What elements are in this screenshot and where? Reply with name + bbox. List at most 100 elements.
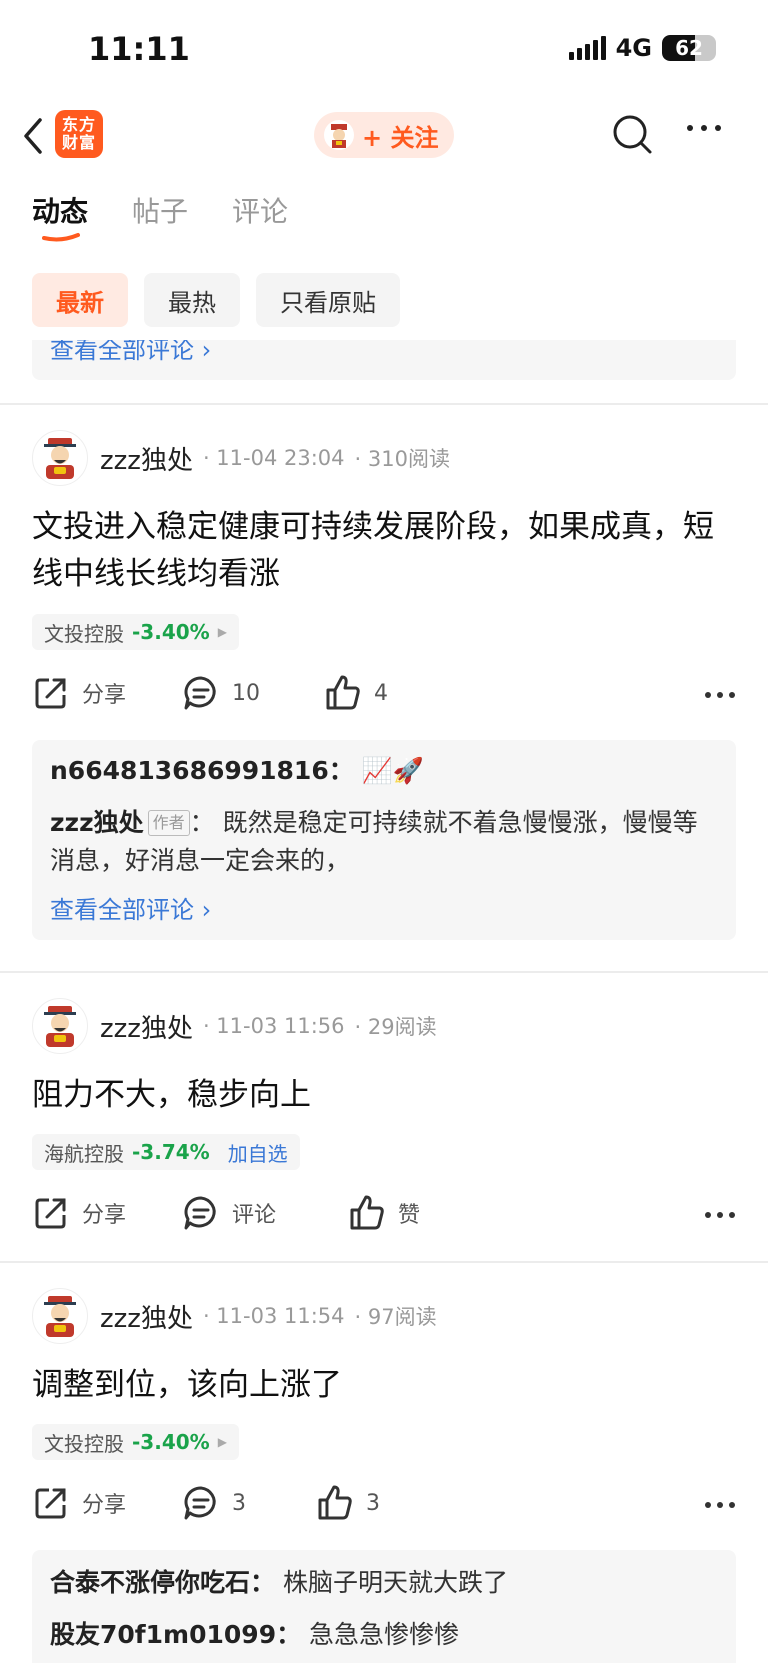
thumbs-up-icon <box>326 675 360 710</box>
comment-icon <box>184 1486 216 1520</box>
caishen-avatar-icon <box>44 438 76 479</box>
divider <box>0 1261 768 1263</box>
status-bar: 11:11 4G 62 <box>0 0 768 100</box>
battery-icon: 62 <box>662 35 716 61</box>
view-all-comments-link[interactable]: 查看全部评论 › <box>50 890 211 925</box>
battery-level: 62 <box>675 36 703 60</box>
post-time: · 11-04 23:04 <box>202 446 345 470</box>
top-nav: 东方 财富 + 关注 <box>0 100 768 172</box>
comment-button[interactable]: 10 <box>182 674 260 712</box>
post-time: · 11-03 11:54 <box>202 1304 345 1328</box>
avatar <box>324 120 354 150</box>
post-actions: 分享 评论 赞 <box>32 1194 736 1240</box>
avatar[interactable] <box>32 1288 88 1344</box>
filter-original-only[interactable]: 只看原贴 <box>256 273 400 327</box>
stock-name: 文投控股 <box>44 1431 124 1456</box>
share-icon <box>35 1198 66 1229</box>
read-count: · 310阅读 <box>354 447 450 471</box>
view-all-comments-link[interactable]: 查看全部评论 › <box>50 340 211 365</box>
comment-user[interactable]: zzz独处 <box>50 808 144 837</box>
filter-chips: 最新 最热 只看原贴 <box>32 273 400 327</box>
filter-hottest[interactable]: 最热 <box>144 273 240 327</box>
comment-item[interactable]: 合泰不涨停你吃石： 株脑子明天就大跌了 <box>50 1564 720 1602</box>
avatar[interactable] <box>32 998 88 1054</box>
tab-bar: 动态 帖子 评论 <box>32 190 288 242</box>
share-button[interactable]: 分享 <box>32 1194 126 1232</box>
tab-posts[interactable]: 帖子 <box>132 190 188 230</box>
stock-tag[interactable]: 文投控股 -3.40% ▶ <box>32 614 239 650</box>
author-name[interactable]: zzz独处 <box>100 1298 193 1335</box>
thumbs-up-icon <box>318 1485 352 1520</box>
post-card: zzz独处 · 11-04 23:04 · 310阅读 文投进入稳定健康可持续发… <box>0 430 768 970</box>
network-type: 4G <box>615 34 652 62</box>
post-actions: 分享 10 4 <box>32 674 736 720</box>
comments-box: 合泰不涨停你吃石： 株脑子明天就大跌了 股友70f1m01099： 急急急惨惨惨 <box>32 1550 736 1663</box>
share-button[interactable]: 分享 <box>32 1484 126 1522</box>
comment-text: 株脑子明天就大跌了 <box>275 1568 508 1597</box>
stock-change: -3.40% <box>132 620 210 644</box>
comment-button[interactable]: 3 <box>182 1484 246 1522</box>
share-icon <box>35 678 66 709</box>
comment-button[interactable]: 评论 <box>182 1194 276 1232</box>
more-icon[interactable] <box>704 690 736 700</box>
add-watchlist-button[interactable]: 加自选 <box>228 1138 288 1167</box>
comment-icon <box>184 1196 216 1230</box>
share-icon <box>35 1488 66 1519</box>
post-card: zzz独处 · 11-03 11:56 · 29阅读 阻力不大，稳步向上 海航控… <box>0 998 768 1258</box>
app-logo[interactable]: 东方 财富 <box>55 110 103 158</box>
caishen-avatar-icon <box>44 1006 76 1047</box>
author-name[interactable]: zzz独处 <box>100 440 193 477</box>
post-content[interactable]: 文投进入稳定健康可持续发展阶段，如果成真，短线中线长线均看涨 <box>32 504 732 598</box>
stock-name: 海航控股 <box>44 1141 124 1166</box>
comments-box: n664813686991816： 📈🚀 zzz独处 作者： 既然是稳定可持续就不… <box>32 740 736 940</box>
play-icon: ▶ <box>217 1435 227 1449</box>
play-icon: ▶ <box>217 625 227 639</box>
post-card: zzz独处 · 11-03 11:54 · 97阅读 调整到位，该向上涨了 文投… <box>0 1288 768 1663</box>
caishen-avatar-icon <box>44 1296 76 1337</box>
like-button[interactable]: 赞 <box>348 1194 420 1232</box>
author-badge: 作者 <box>147 810 190 836</box>
signal-icon <box>568 36 606 60</box>
thumbs-up-icon <box>350 1195 384 1230</box>
comment-item[interactable]: 股友70f1m01099： 急急急惨惨惨 <box>50 1616 720 1654</box>
follow-label: + 关注 <box>362 123 439 152</box>
comment-user[interactable]: 股友70f1m01099： <box>50 1620 301 1649</box>
filter-latest[interactable]: 最新 <box>32 273 128 327</box>
divider <box>0 971 768 973</box>
read-count: · 29阅读 <box>354 1015 437 1039</box>
status-time: 11:11 <box>88 30 190 68</box>
more-icon[interactable] <box>684 122 724 134</box>
stock-change: -3.74% <box>132 1140 210 1164</box>
comment-user[interactable]: n664813686991816： <box>50 756 354 785</box>
post-actions: 分享 3 3 <box>32 1484 736 1530</box>
divider <box>0 403 768 405</box>
author-name[interactable]: zzz独处 <box>100 1008 193 1045</box>
post-time: · 11-03 11:56 <box>202 1014 345 1038</box>
search-icon[interactable] <box>610 112 654 156</box>
stock-name: 文投控股 <box>44 621 124 646</box>
post-content[interactable]: 调整到位，该向上涨了 <box>32 1362 732 1409</box>
comment-user[interactable]: 合泰不涨停你吃石： <box>50 1568 275 1597</box>
more-icon[interactable] <box>704 1210 736 1220</box>
back-icon[interactable] <box>18 116 50 156</box>
read-count: · 97阅读 <box>354 1305 437 1329</box>
tab-dynamic[interactable]: 动态 <box>32 190 88 242</box>
tab-comments[interactable]: 评论 <box>232 190 288 230</box>
comment-icon <box>184 676 216 710</box>
comments-box: 查看全部评论 › <box>32 340 736 380</box>
stock-tag[interactable]: 文投控股 -3.40% ▶ <box>32 1424 239 1460</box>
more-icon[interactable] <box>704 1500 736 1510</box>
like-button[interactable]: 3 <box>316 1484 380 1522</box>
post-content[interactable]: 阻力不大，稳步向上 <box>32 1072 732 1119</box>
comment-text: 急急急惨惨惨 <box>301 1620 460 1649</box>
follow-button[interactable]: + 关注 <box>314 112 454 158</box>
comment-text: 📈🚀 <box>361 756 424 785</box>
stock-tag[interactable]: 海航控股 -3.74% 加自选 <box>32 1134 300 1170</box>
avatar[interactable] <box>32 430 88 486</box>
comment-item[interactable]: zzz独处 作者： 既然是稳定可持续就不着急慢慢涨，慢慢等消息，好消息一定会来的， <box>50 804 720 880</box>
tab-underline <box>42 233 80 242</box>
share-button[interactable]: 分享 <box>32 674 126 712</box>
comment-item[interactable]: n664813686991816： 📈🚀 <box>50 752 720 790</box>
like-button[interactable]: 4 <box>324 674 388 712</box>
stock-change: -3.40% <box>132 1430 210 1454</box>
